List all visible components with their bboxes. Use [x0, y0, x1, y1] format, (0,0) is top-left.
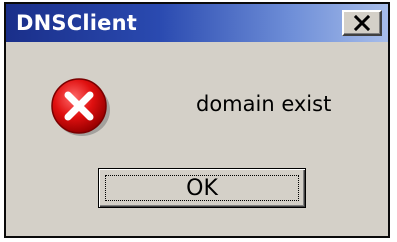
error-message: domain exist [196, 92, 332, 116]
ok-button-label: OK [186, 175, 218, 201]
window-title: DNSClient [16, 11, 137, 35]
error-icon [51, 78, 110, 136]
close-icon [353, 15, 371, 31]
dialog-window: DNSClient domain exist OK [4, 2, 390, 238]
title-bar[interactable]: DNSClient [6, 4, 388, 42]
ok-button[interactable]: OK [98, 168, 306, 208]
close-button[interactable] [342, 10, 382, 36]
